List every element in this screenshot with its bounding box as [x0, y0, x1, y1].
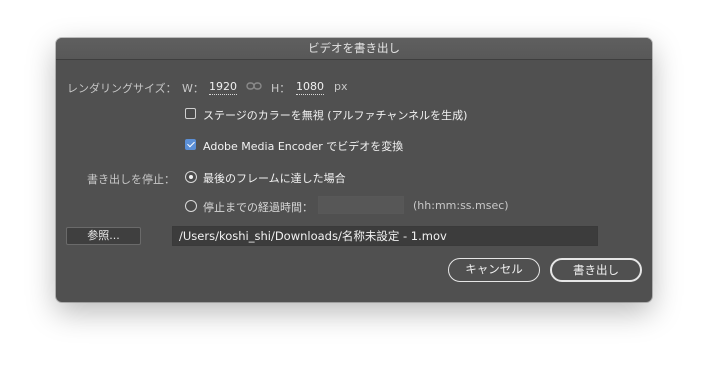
link-icon[interactable] — [246, 79, 262, 93]
stop-export-label: 書き出しを停止： — [87, 173, 175, 186]
height-value[interactable]: 1080 — [296, 80, 324, 95]
render-size-label: レンダリングサイズ： — [67, 82, 177, 95]
last-frame-label: 最後のフレームに達した場合 — [203, 172, 346, 185]
media-encoder-label: Adobe Media Encoder でビデオを変換 — [203, 140, 404, 153]
stage-color-label: ステージのカラーを無視 (アルファチャンネルを生成) — [203, 109, 468, 122]
media-encoder-checkbox[interactable] — [185, 139, 196, 150]
export-video-dialog: ビデオを書き出し レンダリングサイズ： W： 1920 H： 1080 px ス… — [56, 38, 652, 302]
height-label: H： — [271, 82, 291, 95]
export-button[interactable]: 書き出し — [550, 258, 642, 282]
elapsed-time-radio[interactable] — [185, 200, 197, 212]
width-label: W： — [182, 82, 204, 95]
cancel-button[interactable]: キャンセル — [448, 258, 540, 282]
dialog-title: ビデオを書き出し — [56, 38, 652, 60]
file-path-field[interactable]: /Users/koshi_shi/Downloads/名称未設定 - 1.mov — [172, 226, 598, 246]
time-format-hint: (hh:mm:ss.msec) — [413, 199, 509, 212]
last-frame-radio[interactable] — [185, 171, 197, 183]
stage-color-checkbox[interactable] — [185, 108, 196, 119]
unit-label: px — [334, 80, 348, 93]
elapsed-time-label: 停止までの経過時間： — [203, 201, 313, 214]
width-value[interactable]: 1920 — [209, 80, 237, 95]
browse-button[interactable]: 参照... — [66, 227, 141, 245]
elapsed-time-input[interactable] — [318, 196, 404, 214]
